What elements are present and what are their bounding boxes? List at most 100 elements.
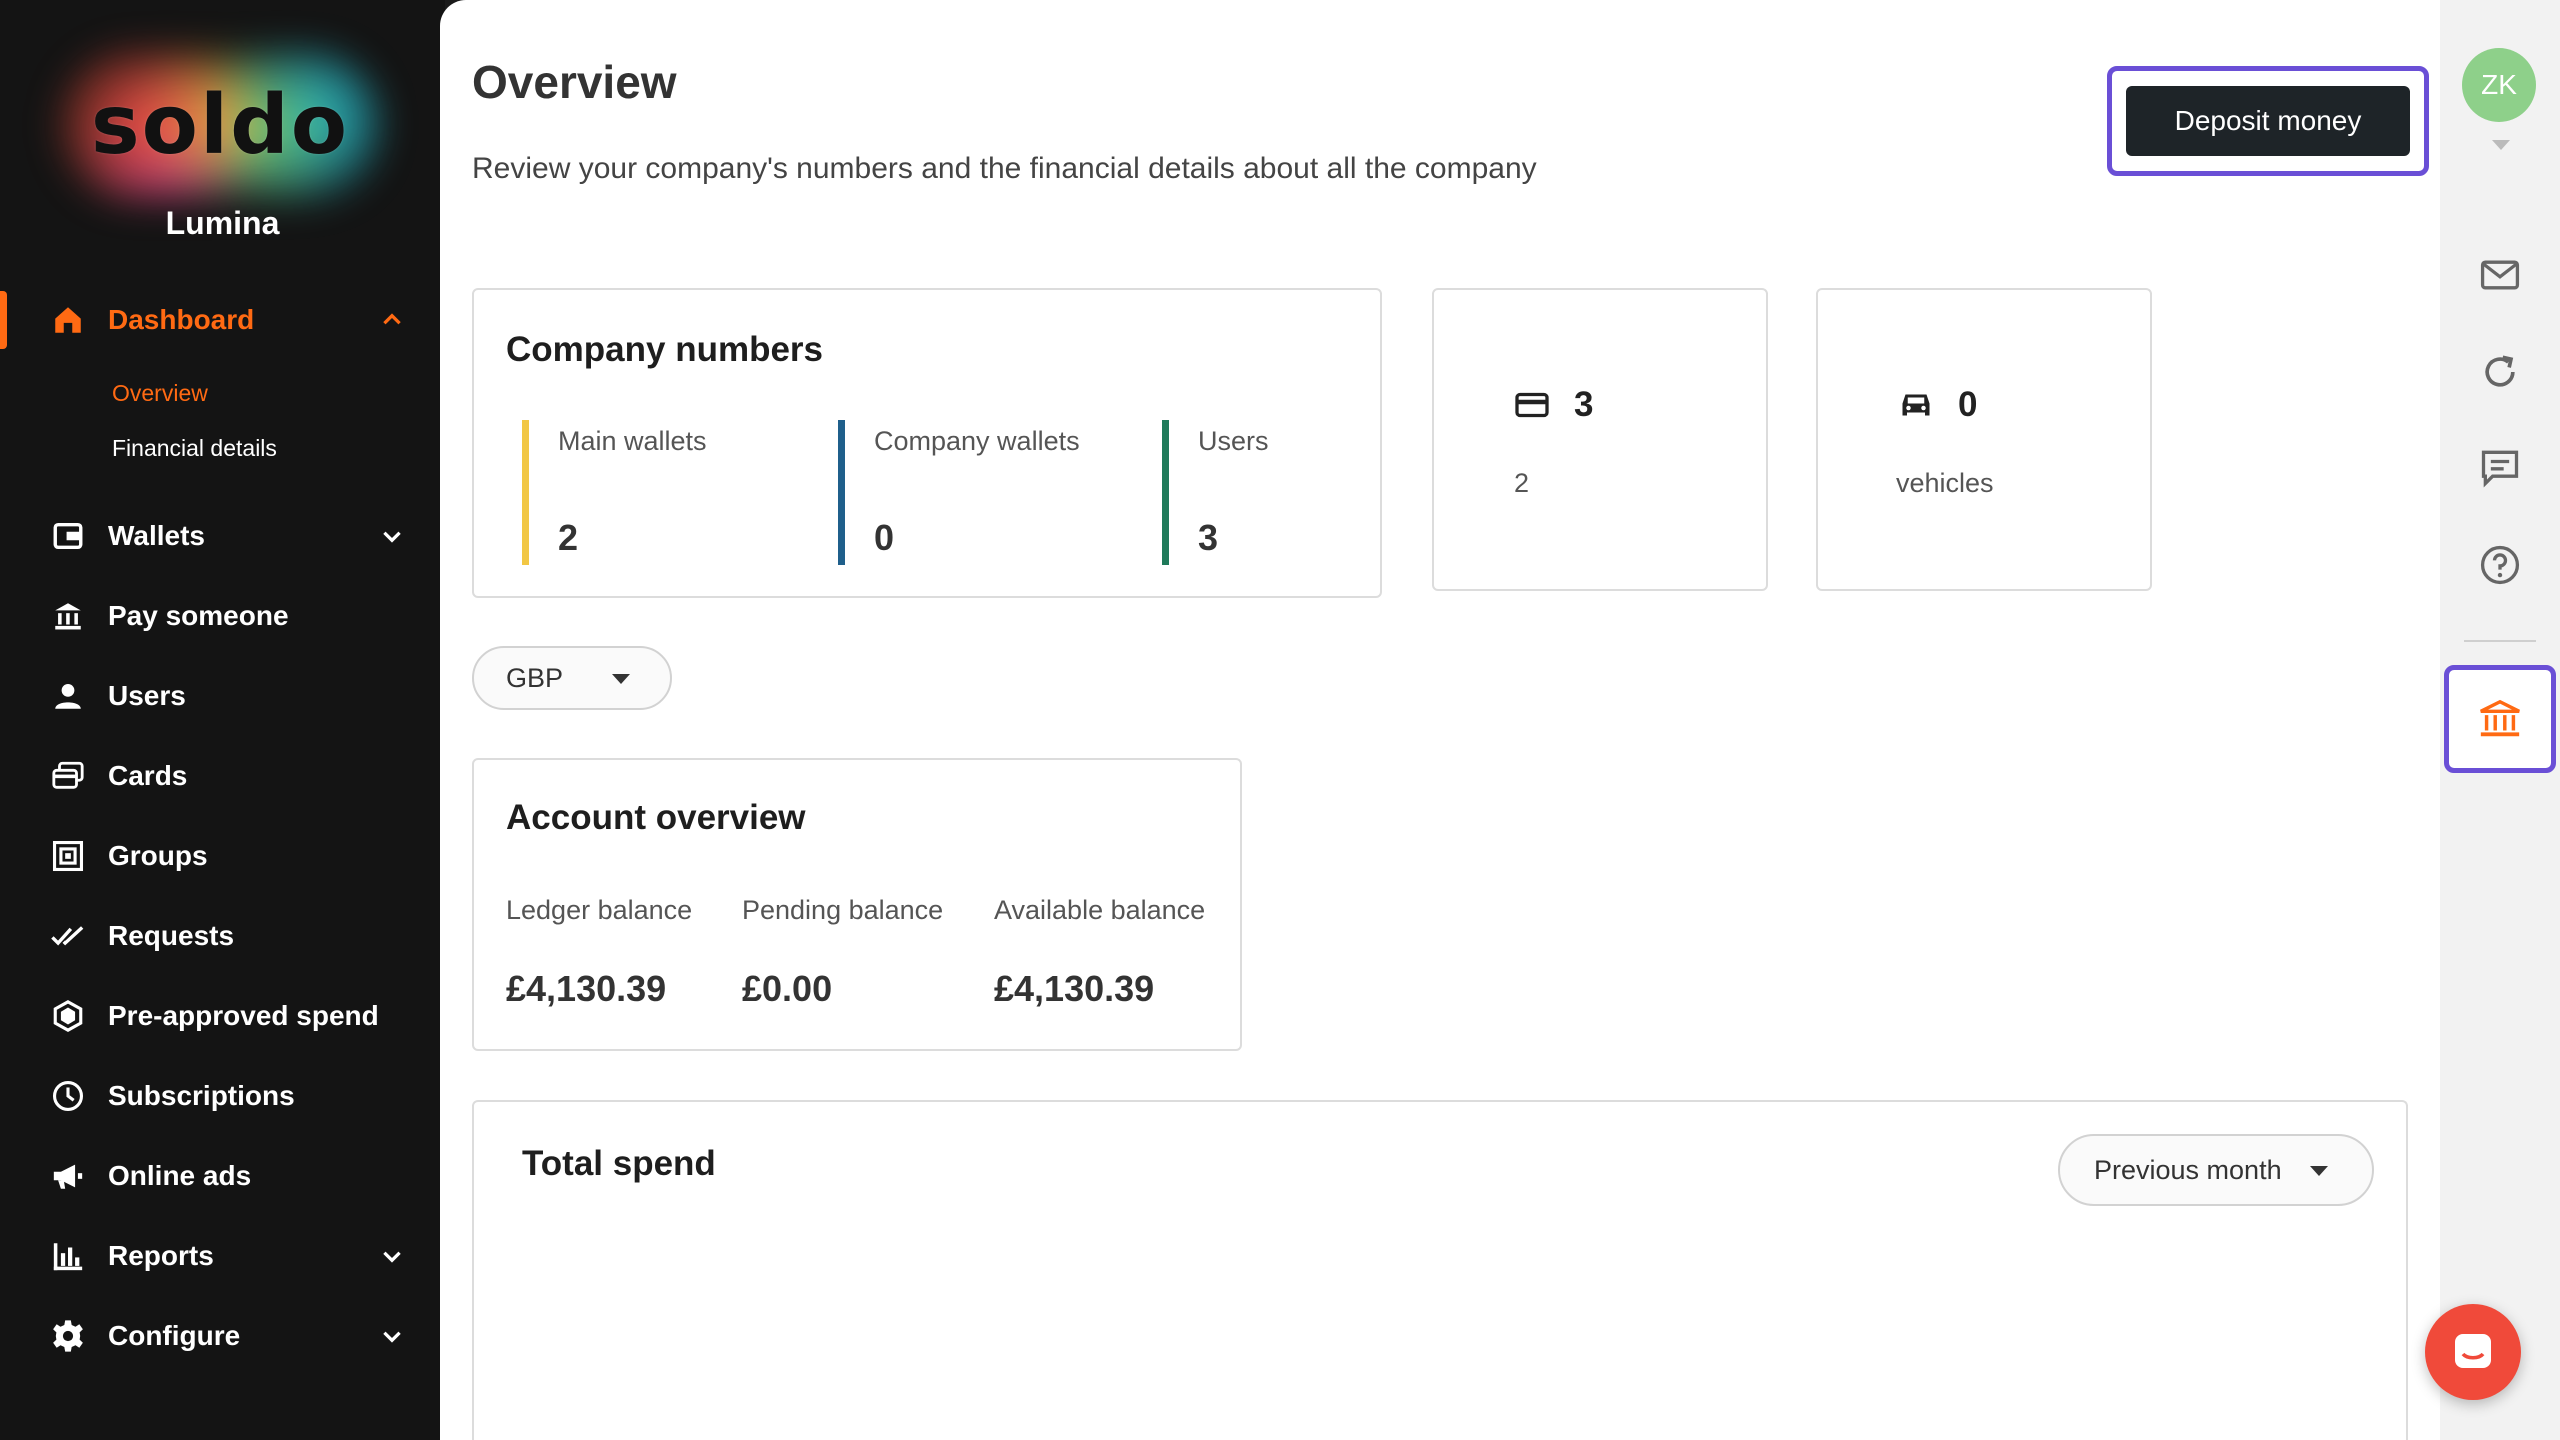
- organization-name: Lumina: [165, 205, 280, 241]
- period-value: Previous month: [2094, 1154, 2282, 1185]
- sidebar-item-pay-someone[interactable]: Pay someone: [0, 581, 445, 651]
- available-balance-label: Available balance: [994, 895, 1206, 925]
- pending-balance-value: £0.00: [742, 968, 833, 1009]
- sidebar-item-label: Wallets: [108, 520, 205, 551]
- vehicles-stat-card[interactable]: 0 vehicles: [1816, 288, 2152, 591]
- sidebar-item-label: Configure: [108, 1320, 241, 1351]
- sidebar-item-label: Online ads: [108, 1160, 252, 1191]
- metric-main-wallets[interactable]: Main wallets 2: [522, 420, 707, 565]
- sidebar-item-pre-approved-spend[interactable]: Pre-approved spend: [0, 981, 445, 1051]
- metric-label: Users: [1198, 426, 1269, 456]
- vehicles-stat-row: 0: [1898, 385, 1977, 425]
- sidebar-item-configure[interactable]: Configure: [0, 1301, 445, 1371]
- total-spend-title: Total spend: [522, 1144, 716, 1183]
- currency-select[interactable]: GBP: [472, 646, 672, 710]
- sidebar-item-label: Users: [108, 680, 186, 711]
- clock-icon: [48, 1076, 88, 1116]
- caret-down-icon[interactable]: [2492, 140, 2510, 150]
- vehicles-caption: vehicles: [1896, 468, 1994, 498]
- wallet-icon: [48, 516, 88, 556]
- gear-icon: [48, 1316, 88, 1356]
- logo-text: soldo: [90, 77, 350, 173]
- sidebar-item-label: Requests: [108, 920, 235, 951]
- sidebar-item-label: Reports: [108, 1240, 214, 1271]
- ledger-balance-label: Ledger balance: [506, 895, 693, 925]
- cards-icon: [48, 756, 88, 796]
- hexagon-icon: [48, 996, 88, 1036]
- mail-icon[interactable]: [2478, 253, 2522, 297]
- page-title: Overview: [472, 56, 677, 108]
- cards-count: 3: [1574, 385, 1594, 424]
- metric-value: 0: [874, 517, 895, 558]
- ledger-balance: Ledger balance £4,130.39: [506, 895, 692, 1010]
- chat-icon: [2455, 1334, 2491, 1368]
- home-icon: [48, 300, 88, 340]
- groups-icon: [48, 836, 88, 876]
- sidebar-item-label: Subscriptions: [108, 1080, 295, 1111]
- sidebar-item-label: Cards: [108, 760, 188, 791]
- metric-company-wallets[interactable]: Company wallets 0: [838, 420, 1080, 565]
- sidebar-item-reports[interactable]: Reports: [0, 1221, 445, 1291]
- sidebar-item-dashboard[interactable]: Dashboard: [0, 285, 445, 355]
- available-balance: Available balance £4,130.39: [994, 895, 1205, 1010]
- sidebar-item-label: Pre-approved spend: [108, 1000, 379, 1031]
- chevron-down-icon[interactable]: [379, 1243, 405, 1269]
- cards-stat-card[interactable]: 3 2: [1432, 288, 1768, 591]
- bank-icon: [2480, 699, 2520, 737]
- sidebar-item-subscriptions[interactable]: Subscriptions: [0, 1061, 445, 1131]
- chat-launcher-button[interactable]: [2425, 1304, 2521, 1400]
- cards-caption: 2: [1514, 468, 1530, 498]
- sidebar-subitem-overview[interactable]: Overview: [112, 380, 208, 407]
- user-icon: [48, 676, 88, 716]
- bank-transfer-icon: [48, 596, 88, 636]
- soldo-logo[interactable]: soldo: [60, 50, 380, 200]
- sidebar-subitem-financial-details[interactable]: Financial details: [112, 435, 277, 462]
- sidebar-item-requests[interactable]: Requests: [0, 901, 445, 971]
- total-spend-card: Total spend Previous month: [472, 1100, 2408, 1440]
- metric-users[interactable]: Users 3: [1162, 420, 1269, 565]
- refresh-icon[interactable]: [2478, 350, 2522, 394]
- sidebar-item-groups[interactable]: Groups: [0, 821, 445, 891]
- chevron-up-icon[interactable]: [379, 307, 405, 333]
- comment-icon[interactable]: [2478, 445, 2522, 489]
- metric-label: Company wallets: [874, 426, 1080, 456]
- company-numbers-title: Company numbers: [506, 330, 823, 369]
- user-avatar[interactable]: ZK: [2462, 48, 2536, 122]
- caret-down-icon: [612, 674, 630, 684]
- chevron-down-icon[interactable]: [379, 1323, 405, 1349]
- bank-button[interactable]: [2444, 665, 2556, 773]
- rail-divider: [2464, 640, 2536, 642]
- pending-balance-label: Pending balance: [742, 895, 944, 925]
- metric-value: 2: [558, 517, 579, 558]
- deposit-money-button[interactable]: Deposit money: [2126, 86, 2410, 156]
- metric-bar: [1162, 420, 1169, 565]
- sidebar-item-users[interactable]: Users: [0, 661, 445, 731]
- available-balance-value: £4,130.39: [994, 968, 1155, 1009]
- metric-bar: [838, 420, 845, 565]
- sidebar: soldo Lumina Dashboard Overview Financia…: [0, 0, 445, 1440]
- sidebar-item-label: Dashboard: [108, 304, 255, 335]
- credit-card-icon: [1515, 392, 1549, 418]
- vehicles-count: 0: [1958, 385, 1978, 424]
- main-content: Overview Review your company's numbers a…: [440, 0, 2440, 1440]
- sidebar-item-wallets[interactable]: Wallets: [0, 501, 445, 571]
- account-overview-title: Account overview: [506, 798, 806, 837]
- help-icon[interactable]: [2478, 543, 2522, 587]
- sidebar-item-cards[interactable]: Cards: [0, 741, 445, 811]
- deposit-highlight: Deposit money: [2107, 66, 2429, 176]
- sidebar-item-label: Groups: [108, 840, 208, 871]
- ledger-balance-value: £4,130.39: [506, 968, 667, 1009]
- chevron-down-icon[interactable]: [379, 523, 405, 549]
- bar-chart-icon: [48, 1236, 88, 1276]
- metric-value: 3: [1198, 517, 1219, 558]
- double-check-icon: [48, 916, 88, 956]
- right-rail: ZK: [2440, 0, 2560, 1440]
- sidebar-item-online-ads[interactable]: Online ads: [0, 1141, 445, 1211]
- currency-value: GBP: [506, 662, 564, 693]
- page-subtitle: Review your company's numbers and the fi…: [472, 152, 1537, 185]
- period-select[interactable]: Previous month: [2058, 1134, 2374, 1206]
- cards-stat-row: 3: [1514, 385, 1593, 425]
- sidebar-item-label: Pay someone: [108, 600, 289, 631]
- account-overview-card: Account overview Ledger balance £4,130.3…: [472, 758, 1242, 1051]
- car-icon: [1902, 394, 1930, 416]
